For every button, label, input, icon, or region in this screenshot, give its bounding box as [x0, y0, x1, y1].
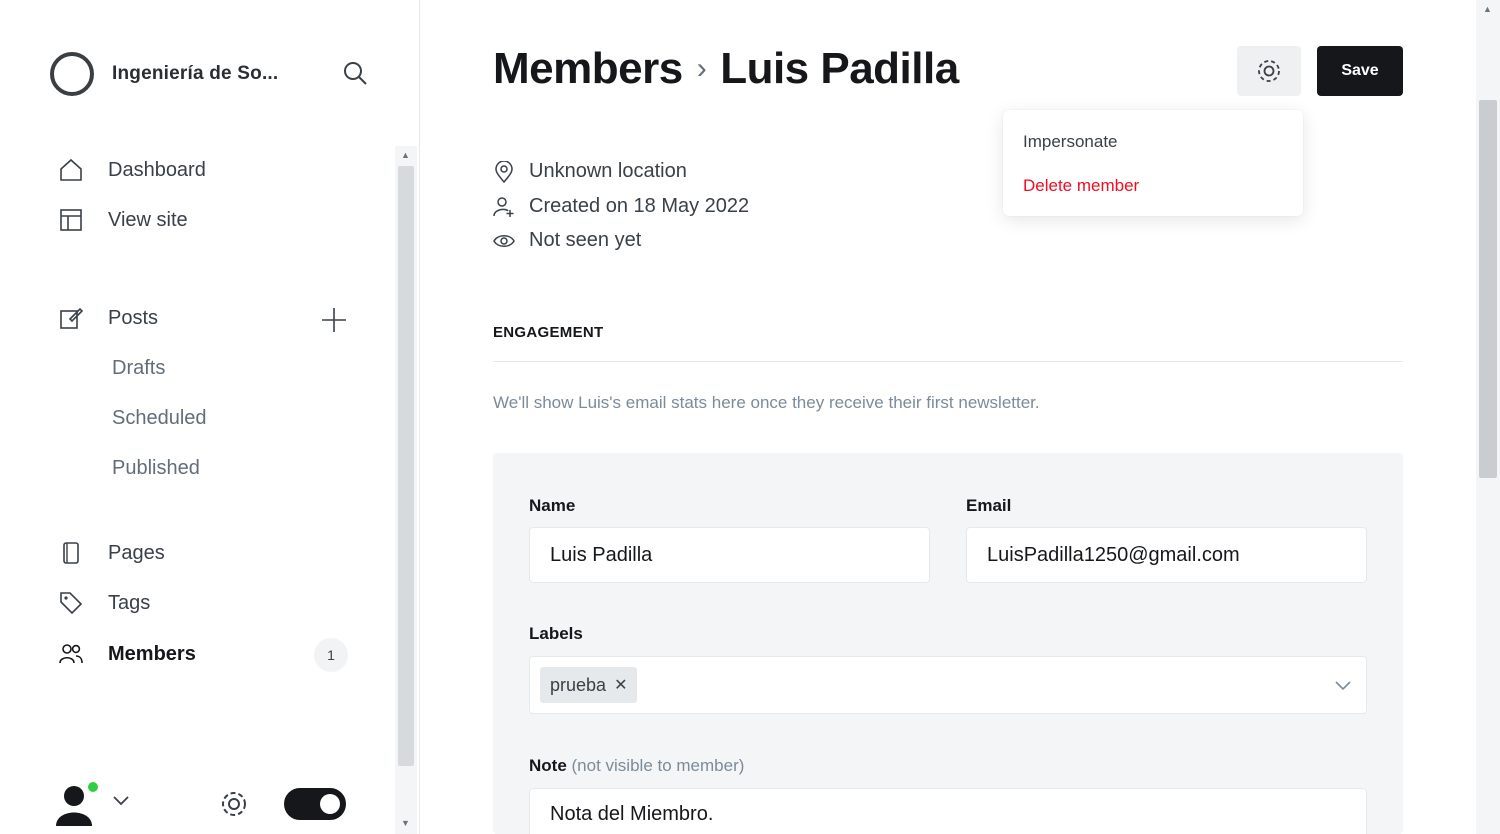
home-icon	[58, 157, 84, 183]
member-details-form: Name Luis Padilla Email LuisPadilla1250@…	[493, 453, 1403, 834]
page-scrollbar[interactable]: ▲	[1476, 0, 1500, 834]
search-icon	[344, 62, 367, 85]
breadcrumb-current: Luis Padilla	[720, 44, 959, 93]
eye-icon	[493, 230, 515, 252]
chevron-down-icon	[113, 796, 129, 806]
user-menu-chevron[interactable]	[112, 794, 130, 812]
toggle-knob	[320, 794, 340, 814]
member-location-text: Unknown location	[529, 160, 687, 182]
breadcrumb-separator: ›	[696, 52, 707, 85]
name-field[interactable]: Luis Padilla	[529, 527, 930, 583]
note-label: Note (not visible to member)	[529, 756, 744, 776]
member-last-seen: Not seen yet	[493, 229, 641, 252]
online-status-dot	[86, 780, 100, 794]
members-icon	[58, 641, 84, 667]
nav-members-label: Members	[108, 642, 196, 665]
tag-icon	[58, 590, 84, 616]
chevron-down-icon	[1335, 681, 1351, 691]
nav-pages-label: Pages	[108, 541, 165, 564]
dark-mode-toggle[interactable]	[284, 788, 346, 820]
nav-scheduled[interactable]: Scheduled	[112, 407, 207, 430]
gear-icon	[222, 792, 246, 816]
nav-view-site-label: View site	[108, 208, 188, 231]
scrollbar-thumb[interactable]	[1479, 100, 1497, 478]
nav-posts[interactable]: Posts	[58, 305, 158, 331]
scroll-up-icon[interactable]: ▲	[401, 150, 410, 160]
browser-icon	[58, 207, 84, 233]
members-count-badge: 1	[314, 638, 348, 672]
label-chip-text: prueba	[550, 674, 607, 695]
name-label: Name	[529, 496, 576, 515]
sidebar-scrollbar[interactable]: ▲ ▼	[395, 146, 417, 834]
plus-icon	[322, 308, 346, 332]
nav-posts-label: Posts	[108, 306, 159, 329]
remove-label-icon[interactable]: ✕	[614, 675, 627, 695]
note-field[interactable]: Nota del Miembro.	[529, 788, 1367, 834]
nav-members[interactable]: Members	[58, 641, 196, 667]
member-last-seen-text: Not seen yet	[529, 229, 642, 251]
engagement-description: We'll show Luis's email stats here once …	[493, 393, 1040, 412]
new-post-button[interactable]	[318, 304, 350, 336]
member-created: Created on 18 May 2022	[493, 195, 749, 218]
member-actions-button[interactable]	[1237, 46, 1301, 96]
scroll-down-icon[interactable]: ▼	[401, 818, 410, 828]
page-icon	[58, 540, 84, 566]
nav-view-site[interactable]: View site	[58, 207, 188, 233]
site-logo	[50, 52, 94, 96]
page-title: Members › Luis Padilla	[493, 44, 959, 94]
location-pin-icon	[493, 160, 515, 183]
member-location: Unknown location	[493, 160, 687, 183]
section-divider	[493, 361, 1403, 362]
impersonate-menu-item[interactable]: Impersonate	[1023, 132, 1118, 152]
email-field[interactable]: LuisPadilla1250@gmail.com	[966, 527, 1367, 583]
labels-dropdown-caret[interactable]	[1334, 675, 1352, 698]
delete-member-menu-item[interactable]: Delete member	[1023, 176, 1139, 196]
nav-drafts[interactable]: Drafts	[112, 357, 165, 380]
save-button[interactable]: Save	[1317, 46, 1403, 96]
nav-tags[interactable]: Tags	[58, 590, 150, 616]
nav-dashboard-label: Dashboard	[108, 158, 206, 181]
site-name: Ingeniería de So...	[112, 63, 279, 84]
scrollbar-thumb[interactable]	[398, 166, 414, 766]
note-label-text: Note	[529, 756, 567, 775]
nav-dashboard[interactable]: Dashboard	[58, 157, 206, 183]
email-label: Email	[966, 496, 1012, 515]
labels-label: Labels	[529, 624, 583, 643]
sidebar: Ingeniería de So... Dashboard View site	[0, 0, 420, 834]
engagement-heading: ENGAGEMENT	[493, 324, 604, 341]
user-add-icon	[493, 196, 515, 218]
main-content: Members › Luis Padilla Save Impersonate …	[421, 0, 1476, 834]
sidebar-footer	[50, 776, 360, 832]
note-hint: (not visible to member)	[571, 756, 745, 775]
settings-button[interactable]	[216, 786, 252, 822]
brand[interactable]: Ingeniería de So...	[50, 52, 278, 96]
search-button[interactable]	[338, 56, 372, 90]
nav-tags-label: Tags	[108, 591, 151, 614]
nav-published[interactable]: Published	[112, 457, 200, 480]
label-chip: prueba ✕	[540, 667, 638, 703]
nav-pages[interactable]: Pages	[58, 540, 165, 566]
scroll-up-icon[interactable]: ▲	[1483, 4, 1492, 14]
breadcrumb-members[interactable]: Members	[493, 44, 683, 94]
member-created-text: Created on 18 May 2022	[529, 195, 750, 217]
gear-icon	[1258, 60, 1280, 82]
member-actions-menu: Impersonate Delete member	[1003, 110, 1303, 216]
edit-icon	[58, 305, 84, 331]
labels-field[interactable]: prueba ✕	[529, 656, 1367, 714]
